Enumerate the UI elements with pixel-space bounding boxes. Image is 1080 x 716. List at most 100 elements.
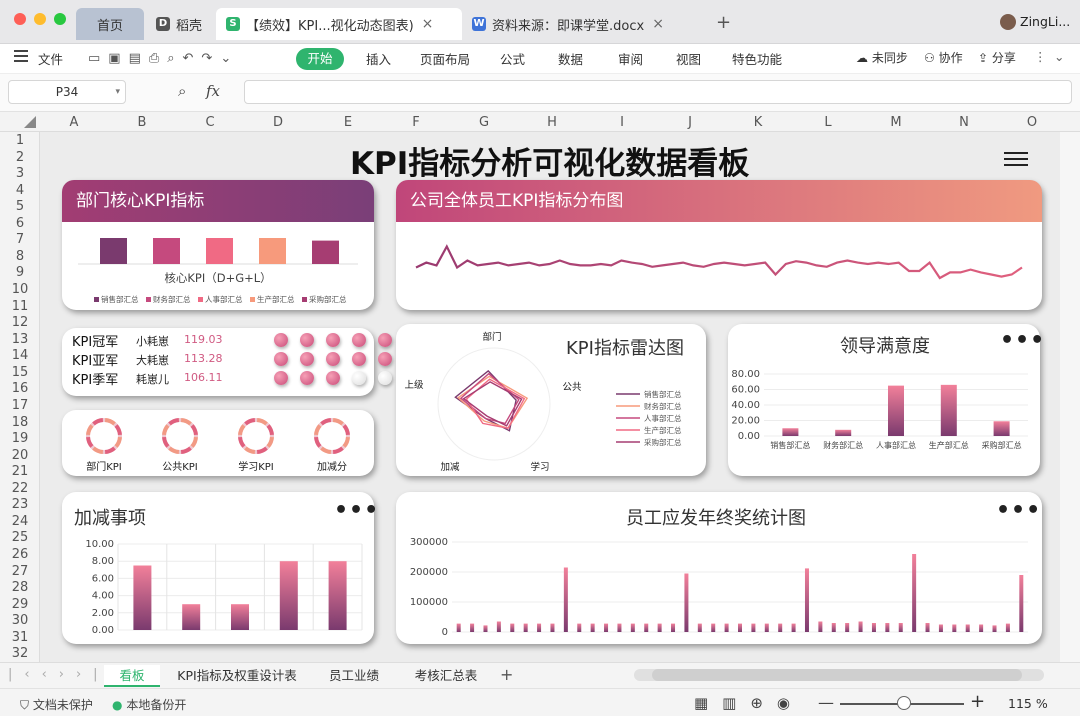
zoom-out-button[interactable]: —: [818, 693, 834, 712]
row-header[interactable]: 11: [0, 299, 40, 314]
menu-page-layout[interactable]: 页面布局: [420, 49, 470, 68]
column-header[interactable]: G: [450, 115, 518, 130]
new-tab-button[interactable]: +: [716, 12, 731, 33]
close-window-button[interactable]: [14, 13, 26, 25]
function-icon[interactable]: fx: [206, 82, 220, 100]
column-header[interactable]: J: [656, 115, 724, 130]
row-header[interactable]: 4: [0, 183, 40, 198]
row-header[interactable]: 19: [0, 431, 40, 446]
row-header[interactable]: 32: [0, 646, 40, 661]
row-header[interactable]: 16: [0, 381, 40, 396]
menu-insert[interactable]: 插入: [366, 49, 391, 68]
hamburger-icon[interactable]: [14, 50, 28, 62]
y-tick-label: 8.00: [92, 556, 114, 567]
sheet-tab-label: 考核汇总表: [414, 668, 478, 683]
column-header[interactable]: O: [998, 115, 1066, 130]
column-header[interactable]: L: [794, 115, 862, 130]
sheet-tab-performance[interactable]: 员工业绩: [316, 665, 392, 687]
row-header[interactable]: 14: [0, 348, 40, 363]
select-all-icon[interactable]: [24, 116, 36, 128]
share-button[interactable]: ⇪ 分享: [978, 49, 1016, 66]
hamburger-menu-icon[interactable]: [1004, 152, 1028, 166]
row-header[interactable]: 10: [0, 282, 40, 297]
protection-status[interactable]: ⛉ 文档未保护: [20, 696, 93, 713]
tab-home[interactable]: 首页: [76, 8, 144, 40]
row-header[interactable]: 27: [0, 564, 40, 579]
tab-kpi-workbook[interactable]: S 【绩效】KPI...视化动态图表) ×: [216, 8, 462, 40]
row-header[interactable]: 28: [0, 580, 40, 595]
row-header[interactable]: 25: [0, 530, 40, 545]
tab-docx[interactable]: W 资料来源：即课学堂.docx ×: [462, 8, 702, 40]
column-header[interactable]: C: [176, 115, 244, 130]
row-header[interactable]: 18: [0, 415, 40, 430]
menu-special[interactable]: 特色功能: [732, 49, 782, 68]
zoom-level[interactable]: 115 %: [1008, 696, 1048, 711]
collab-button[interactable]: ⚇ 协作: [924, 49, 963, 66]
column-header[interactable]: B: [108, 115, 176, 130]
tab-label: 【绩效】KPI...视化动态图表): [246, 18, 414, 34]
more-icon[interactable]: ⋮: [1034, 49, 1047, 64]
start-tab[interactable]: 开始: [296, 48, 344, 70]
row-header[interactable]: 13: [0, 332, 40, 347]
row-header[interactable]: 20: [0, 448, 40, 463]
minimize-window-button[interactable]: [34, 13, 46, 25]
user-name[interactable]: ZingLi...: [1020, 14, 1070, 29]
column-header[interactable]: K: [724, 115, 792, 130]
menu-review[interactable]: 审阅: [618, 49, 643, 68]
row-header[interactable]: 23: [0, 497, 40, 512]
menu-view[interactable]: 视图: [676, 49, 701, 68]
row-header[interactable]: 8: [0, 249, 40, 264]
view-mode-icons[interactable]: ▦▥⊕◉: [694, 694, 804, 712]
avatar[interactable]: [1000, 14, 1016, 30]
row-header[interactable]: 24: [0, 514, 40, 529]
column-header[interactable]: A: [40, 115, 108, 130]
row-header[interactable]: 17: [0, 398, 40, 413]
menu-data[interactable]: 数据: [558, 49, 583, 68]
column-header[interactable]: D: [244, 115, 312, 130]
horizontal-scrollbar[interactable]: [634, 669, 1044, 681]
column-header[interactable]: H: [518, 115, 586, 130]
column-header[interactable]: M: [862, 115, 930, 130]
row-header[interactable]: 21: [0, 464, 40, 479]
menu-formula[interactable]: 公式: [500, 49, 525, 68]
row-header[interactable]: 15: [0, 365, 40, 380]
add-sheet-button[interactable]: +: [500, 665, 513, 684]
column-header[interactable]: N: [930, 115, 998, 130]
tab-docer[interactable]: D 稻壳: [146, 8, 216, 40]
close-tab-icon[interactable]: ×: [422, 16, 434, 32]
sheet-tab-kpi-design[interactable]: KPI指标及权重设计表: [166, 665, 308, 687]
zoom-window-button[interactable]: [54, 13, 66, 25]
row-header[interactable]: 30: [0, 613, 40, 628]
row-header[interactable]: 9: [0, 265, 40, 280]
column-header[interactable]: F: [382, 115, 450, 130]
formula-input[interactable]: [244, 80, 1072, 104]
row-header[interactable]: 6: [0, 216, 40, 231]
sync-status[interactable]: ☁ 未同步: [856, 49, 908, 66]
row-header[interactable]: 2: [0, 150, 40, 165]
row-header[interactable]: 31: [0, 630, 40, 645]
name-box[interactable]: P34 ▾: [8, 80, 126, 104]
sheet-nav-icons[interactable]: |‹‹››|: [8, 667, 110, 682]
quick-access-icons[interactable]: ▭▣▤⎙⌕↶↷⌄: [88, 51, 239, 66]
column-header[interactable]: E: [314, 115, 382, 130]
row-header[interactable]: 1: [0, 133, 40, 148]
row-header[interactable]: 5: [0, 199, 40, 214]
row-header[interactable]: 26: [0, 547, 40, 562]
zoom-slider-handle[interactable]: [897, 696, 911, 710]
vertical-scrollbar[interactable]: [1060, 132, 1080, 662]
chevron-down-icon[interactable]: ⌄: [1054, 49, 1064, 64]
row-header[interactable]: 3: [0, 166, 40, 181]
sheet-tab-summary[interactable]: 考核汇总表: [400, 665, 492, 687]
row-header[interactable]: 29: [0, 597, 40, 612]
row-header[interactable]: 7: [0, 232, 40, 247]
close-tab-icon[interactable]: ×: [652, 16, 664, 32]
sheet-tab-dashboard[interactable]: 看板: [104, 665, 160, 687]
backup-status[interactable]: ● 本地备份开: [112, 696, 186, 713]
sheet-tab-label: 员工业绩: [328, 668, 379, 683]
column-header[interactable]: I: [588, 115, 656, 130]
row-header[interactable]: 12: [0, 315, 40, 330]
zoom-in-button[interactable]: +: [970, 691, 985, 712]
row-header[interactable]: 22: [0, 481, 40, 496]
zoom-search-icon[interactable]: ⌕: [178, 82, 186, 100]
file-menu[interactable]: 文件: [38, 49, 63, 68]
